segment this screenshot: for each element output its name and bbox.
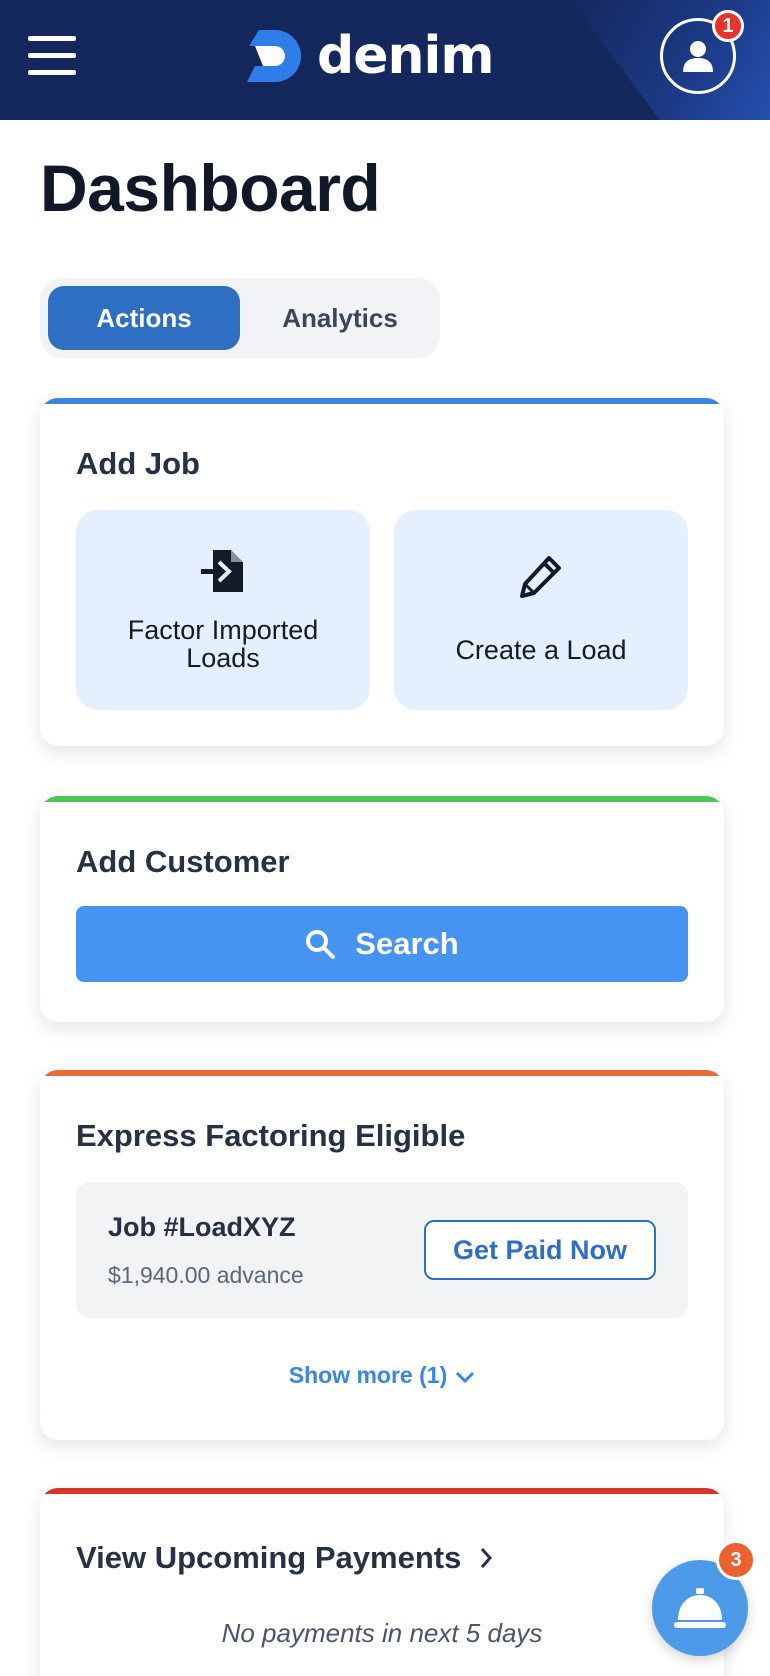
add-job-title: Add Job xyxy=(76,446,200,481)
card-accent-bar xyxy=(40,796,724,802)
tab-actions[interactable]: Actions xyxy=(48,286,240,350)
file-import-icon xyxy=(201,550,243,592)
notifications-badge: 3 xyxy=(716,1540,756,1580)
no-payments-message: No payments in next 5 days xyxy=(221,1618,543,1648)
page-title: Dashboard xyxy=(40,151,381,225)
factor-imported-loads-button[interactable]: Factor Imported Loads xyxy=(76,510,370,710)
tab-analytics[interactable]: Analytics xyxy=(248,286,432,350)
chevron-down-icon xyxy=(456,1371,475,1384)
add-job-card: Add Job Factor Imported Loads Create a L… xyxy=(40,398,724,746)
factor-imported-loads-label-line2: Loads xyxy=(186,643,260,673)
service-bell-icon xyxy=(674,1588,726,1628)
get-paid-now-button[interactable]: Get Paid Now xyxy=(424,1220,656,1280)
denim-logo[interactable]: denim xyxy=(245,26,495,86)
dashboard-tabs: Actions Analytics xyxy=(40,278,440,358)
search-button-label: Search xyxy=(355,926,459,961)
card-accent-bar xyxy=(40,398,724,404)
show-more-link[interactable]: Show more (1) xyxy=(40,1362,724,1389)
eligible-job-item: Job #LoadXYZ $1,940.00 advance Get Paid … xyxy=(76,1182,688,1318)
app-header: denim xyxy=(0,0,770,120)
show-more-label: Show more (1) xyxy=(288,1362,448,1388)
card-accent-bar xyxy=(40,1488,724,1494)
upcoming-payments-card: View Upcoming Payments No payments in ne… xyxy=(40,1488,724,1676)
denim-logo-mark-icon xyxy=(247,30,301,82)
job-name: Job #LoadXYZ xyxy=(108,1212,296,1242)
create-a-load-button[interactable]: Create a Load xyxy=(394,510,688,710)
express-factoring-card: Express Factoring Eligible Job #LoadXYZ … xyxy=(40,1070,724,1440)
pencil-icon xyxy=(520,556,561,598)
add-customer-title: Add Customer xyxy=(76,844,290,879)
chevron-right-icon xyxy=(481,1548,493,1568)
hamburger-menu-icon[interactable] xyxy=(28,36,76,76)
add-customer-card: Add Customer Search xyxy=(40,796,724,1022)
job-advance-amount: $1,940.00 advance xyxy=(108,1262,304,1288)
create-a-load-label: Create a Load xyxy=(455,635,627,665)
search-icon xyxy=(306,930,336,959)
profile-notification-badge: 1 xyxy=(712,10,744,42)
view-upcoming-payments-link[interactable]: View Upcoming Payments xyxy=(76,1540,493,1576)
user-icon xyxy=(683,41,713,72)
brand-name: denim xyxy=(317,26,495,86)
card-accent-bar xyxy=(40,1070,724,1076)
factor-imported-loads-label: Factor Imported xyxy=(127,615,319,645)
upcoming-payments-title: View Upcoming Payments xyxy=(76,1540,462,1575)
express-factoring-title: Express Factoring Eligible xyxy=(76,1118,466,1153)
customer-search-button[interactable]: Search xyxy=(76,906,688,982)
